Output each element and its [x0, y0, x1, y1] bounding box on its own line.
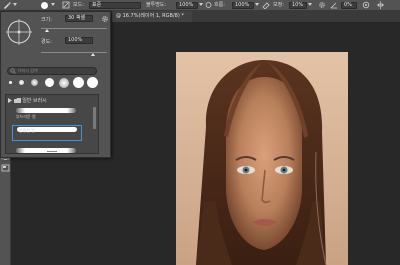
options-bar: 모드: 표준 불투명도: 100% 흐름: 100% 보정: 10% 0%	[0, 0, 400, 11]
chevron-down-icon[interactable]	[13, 3, 17, 6]
document-canvas-photo[interactable]	[176, 52, 348, 265]
folder-icon	[13, 98, 21, 103]
screen-mode-icon[interactable]	[1, 164, 10, 174]
recent-brush-1[interactable]	[9, 81, 12, 84]
chevron-right-icon[interactable]	[8, 98, 12, 103]
angle-field[interactable]: 0%	[341, 2, 357, 9]
hardness-slider-track[interactable]	[41, 52, 107, 53]
symmetry-icon[interactable]	[376, 1, 385, 10]
smoothing-label: 보정:	[273, 2, 284, 8]
mode-select[interactable]: 표준	[89, 2, 141, 9]
brush-item-soft-round[interactable]: 부드러운 원	[12, 107, 82, 120]
brush-search-input[interactable]: 브러시 검색	[7, 67, 97, 75]
size-slider-thumb[interactable]	[45, 29, 49, 32]
brush-stroke-preview	[16, 148, 76, 153]
brush-preset-picker[interactable]	[40, 1, 49, 10]
resize-handle-icon[interactable]	[47, 148, 57, 155]
recent-brush-7[interactable]	[87, 77, 98, 88]
recent-brush-3[interactable]	[31, 79, 38, 86]
recent-brush-2[interactable]	[19, 80, 24, 85]
pressure-opacity-icon[interactable]	[205, 1, 212, 10]
smoothing-field[interactable]: 10%	[289, 2, 307, 9]
brush-item-hard-round[interactable]: 선명한 원	[12, 125, 82, 141]
search-icon	[10, 68, 16, 76]
size-label: 크기:	[41, 17, 52, 23]
brush-angle-preview[interactable]	[5, 18, 33, 48]
recent-brush-4[interactable]	[45, 78, 54, 87]
document-tab[interactable]: @ 16.7%(레이어 1, RGB/8) *	[112, 11, 192, 22]
size-slider-track[interactable]	[41, 28, 107, 29]
recent-brush-6[interactable]	[73, 77, 84, 88]
brush-preset-list[interactable]: 일반 브러시 부드러운 원 선명한 원	[5, 94, 99, 154]
mode-label: 모드:	[73, 2, 84, 8]
size-field[interactable]: 30 픽셀	[65, 15, 93, 22]
brush-item-label: 선명한 원	[19, 128, 35, 133]
opacity-label: 불투명도:	[146, 2, 167, 8]
tab-bar	[192, 11, 400, 22]
brush-item-label: 부드러운 원	[16, 114, 36, 119]
chevron-down-icon[interactable]	[199, 3, 203, 6]
hardness-slider-thumb[interactable]	[91, 53, 95, 56]
chevron-down-icon[interactable]	[308, 3, 312, 6]
brush-tool-icon[interactable]	[3, 1, 11, 10]
hardness-field[interactable]: 100%	[65, 37, 93, 44]
pressure-size-icon[interactable]	[362, 1, 370, 10]
folder-general-brushes[interactable]: 일반 브러시	[8, 97, 47, 105]
gear-icon[interactable]	[101, 15, 109, 25]
chevron-down-icon[interactable]	[51, 3, 55, 6]
flow-field[interactable]: 100%	[232, 2, 254, 9]
angle-icon[interactable]	[330, 1, 338, 10]
recent-brush-5[interactable]	[59, 78, 69, 88]
flow-label: 흐름:	[214, 2, 225, 8]
brush-stroke-preview	[16, 108, 76, 113]
opacity-field[interactable]: 100%	[176, 2, 198, 9]
scrollbar[interactable]	[93, 107, 96, 129]
chevron-down-icon[interactable]	[255, 3, 259, 6]
brush-settings-icon[interactable]	[62, 1, 70, 10]
brush-preset-panel: 크기: 30 픽셀 경도: 100% 브러시 검색 일반 브러시 부드러운 원 …	[0, 11, 111, 158]
folder-label: 일반 브러시	[22, 98, 47, 104]
hardness-label: 경도:	[41, 39, 52, 45]
airbrush-icon[interactable]	[262, 1, 270, 10]
gear-icon[interactable]	[318, 1, 326, 10]
